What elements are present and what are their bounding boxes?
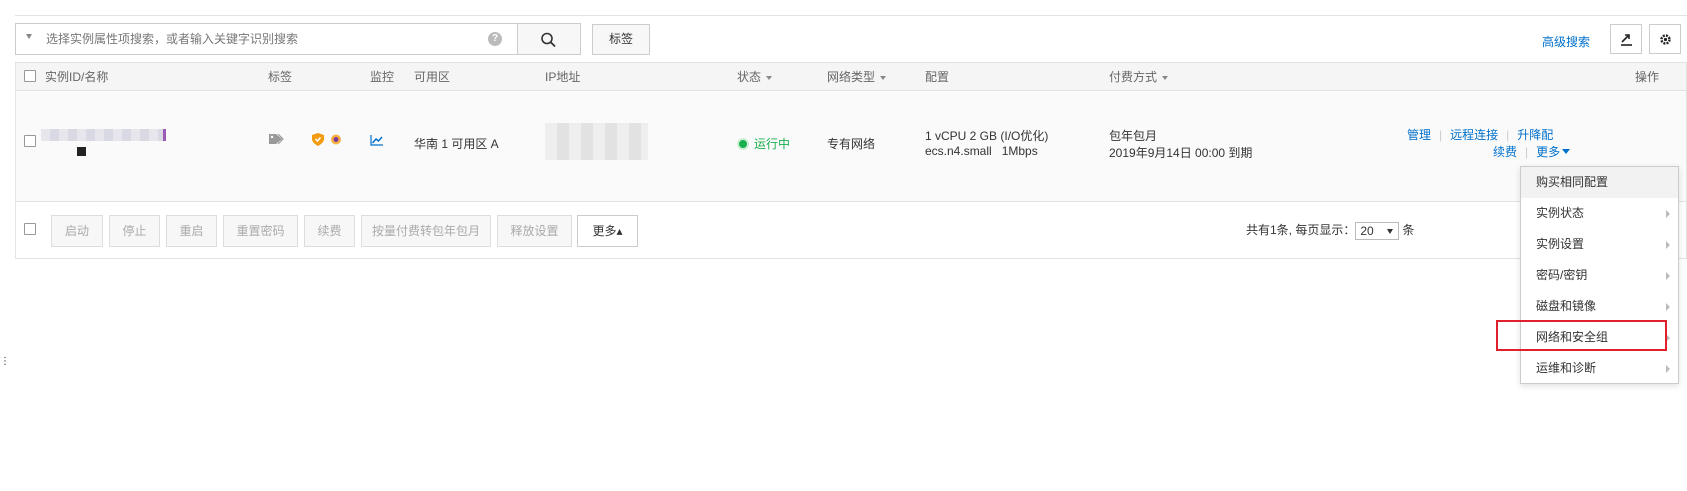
more-button[interactable]: 更多▴ — [577, 215, 638, 247]
table-row: 华南 1 可用区 A 运行中 专有网络 1 vCPU 2 GB (I/O优化) … — [16, 91, 1686, 202]
pager-summary: 共有1条, 每页显示： — [1246, 223, 1356, 237]
menu-item-disk-image[interactable]: 磁盘和镜像 — [1521, 291, 1678, 322]
column-config: 配置 — [925, 70, 950, 84]
renew-button[interactable]: 续费 — [304, 215, 355, 247]
column-tags: 标签 — [268, 70, 293, 84]
status-running-icon — [737, 138, 749, 150]
restart-button[interactable]: 重启 — [166, 215, 217, 247]
security-shield-icon[interactable] — [312, 133, 324, 149]
release-settings-button[interactable]: 释放设置 — [497, 215, 572, 247]
help-icon[interactable]: ? — [488, 32, 502, 46]
column-zone: 可用区 — [414, 70, 451, 84]
billing-method: 包年包月 — [1109, 129, 1158, 143]
manage-link[interactable]: 管理 — [1407, 128, 1431, 142]
status-badge: 运行中 — [737, 135, 790, 152]
highlight-box — [1496, 320, 1667, 351]
instance-table: 实例ID/名称 标签 监控 可用区 IP地址 状态 网络类型 配置 付费方式 操… — [15, 62, 1687, 259]
export-icon — [1621, 34, 1632, 46]
plugin-icon[interactable] — [329, 133, 343, 149]
column-monitor: 监控 — [370, 70, 395, 84]
select-all-checkbox[interactable] — [24, 70, 36, 82]
advanced-search-link[interactable]: 高级搜索 — [1542, 33, 1590, 50]
tag-filter-button[interactable]: 标签 — [592, 24, 650, 55]
start-button[interactable]: 启动 — [51, 215, 103, 247]
search-box[interactable]: ? — [15, 23, 518, 55]
stop-button[interactable]: 停止 — [109, 215, 160, 247]
config-instance-type: ecs.n4.small 1Mbps — [925, 144, 1038, 158]
status-text: 运行中 — [754, 137, 791, 151]
table-footer: 启动 停止 重启 重置密码 续费 按量付费转包年包月 释放设置 更多▴ 共有1条… — [16, 202, 1686, 258]
gear-icon — [1660, 34, 1671, 45]
instance-id-marker — [163, 129, 166, 141]
instance-name-redacted[interactable] — [77, 147, 86, 156]
page-size-select[interactable]: 20 — [1355, 221, 1400, 240]
column-billing[interactable]: 付费方式 — [1109, 63, 1168, 91]
ip-address-redacted — [545, 123, 648, 160]
reset-password-button[interactable]: 重置密码 — [223, 215, 298, 247]
config-spec: 1 vCPU 2 GB (I/O优化) — [925, 129, 1049, 143]
export-button[interactable] — [1610, 24, 1642, 54]
top-divider — [15, 15, 1687, 16]
network-type-value: 专有网络 — [827, 137, 876, 151]
column-ip: IP地址 — [545, 70, 581, 84]
renew-link[interactable]: 续费 — [1493, 145, 1517, 159]
column-network-type[interactable]: 网络类型 — [827, 63, 886, 91]
upgrade-link[interactable]: 升降配 — [1517, 128, 1553, 142]
menu-item-buy-same-config[interactable]: 购买相同配置 — [1521, 167, 1678, 198]
column-actions: 操作 — [1635, 70, 1660, 84]
chevron-right-icon — [1666, 210, 1670, 218]
edge-handle: ⋮ — [0, 356, 10, 367]
chevron-right-icon — [1666, 303, 1670, 311]
more-actions-dropdown: 购买相同配置 实例状态 实例设置 密码/密钥 磁盘和镜像 网络和安全组 运维和诊… — [1520, 166, 1679, 384]
menu-item-ops-diagnostics[interactable]: 运维和诊断 — [1521, 353, 1678, 384]
pager-suffix: 条 — [1402, 223, 1415, 237]
row-actions-line2: 续费 | 更多 — [1493, 143, 1571, 160]
monitor-chart-icon[interactable] — [370, 135, 383, 149]
more-actions-link[interactable]: 更多 — [1536, 145, 1560, 159]
search-button[interactable] — [518, 23, 581, 55]
column-instance-id: 实例ID/名称 — [45, 70, 109, 84]
search-icon — [541, 32, 556, 48]
pagination: 共有1条, 每页显示： 20 条 — [1246, 202, 1414, 258]
remote-connect-link[interactable]: 远程连接 — [1450, 128, 1498, 142]
table-header: 实例ID/名称 标签 监控 可用区 IP地址 状态 网络类型 配置 付费方式 操… — [16, 63, 1686, 91]
chevron-right-icon — [1666, 272, 1670, 280]
settings-button[interactable] — [1649, 24, 1681, 54]
menu-item-instance-settings[interactable]: 实例设置 — [1521, 229, 1678, 260]
menu-item-password-key[interactable]: 密码/密钥 — [1521, 260, 1678, 291]
instance-id-redacted[interactable] — [41, 129, 163, 141]
chevron-down-icon — [1562, 149, 1571, 154]
footer-select-all-checkbox[interactable] — [24, 223, 36, 235]
row-checkbox[interactable] — [24, 135, 36, 147]
tag-icon[interactable] — [268, 133, 284, 148]
search-input[interactable] — [46, 29, 486, 49]
search-filter-caret-icon[interactable] — [26, 34, 32, 39]
chevron-right-icon — [1666, 365, 1670, 373]
menu-item-instance-status[interactable]: 实例状态 — [1521, 198, 1678, 229]
convert-billing-button[interactable]: 按量付费转包年包月 — [361, 215, 491, 247]
row-actions-line1: 管理 | 远程连接 | 升降配 — [1407, 128, 1554, 142]
column-status[interactable]: 状态 — [737, 63, 772, 91]
chevron-right-icon — [1666, 241, 1670, 249]
zone-value: 华南 1 可用区 A — [414, 137, 499, 151]
billing-expiry: 2019年9月14日 00:00 到期 — [1109, 146, 1253, 160]
